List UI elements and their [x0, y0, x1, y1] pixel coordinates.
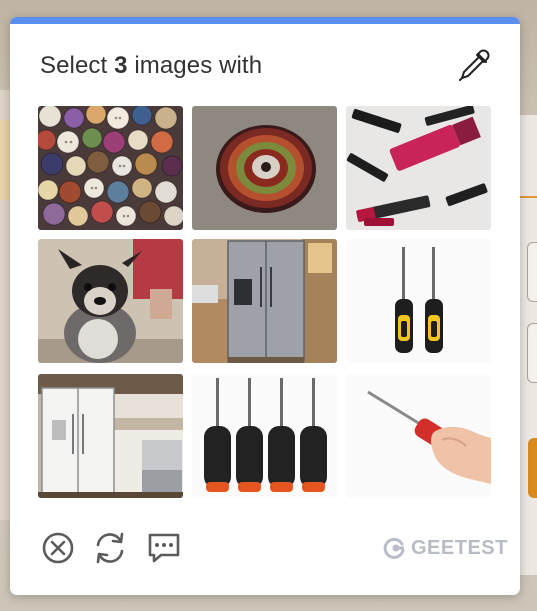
image-tile-dog[interactable]	[38, 239, 183, 363]
close-icon[interactable]	[39, 529, 77, 567]
dialog-accent-bar	[10, 17, 520, 24]
fridge-kitchen-image	[38, 374, 183, 498]
eyedropper-icon	[459, 49, 490, 81]
prompt-count: 3	[114, 52, 128, 79]
captcha-dialog: Select 3 images with GEETEST	[10, 17, 520, 595]
geetest-logo: GEETEST	[382, 535, 508, 561]
prompt-prefix: Select	[40, 52, 108, 79]
screwdrivers-image	[346, 239, 491, 363]
background-submit-button	[528, 438, 537, 498]
image-grid	[38, 106, 493, 498]
prompt-suffix: images with	[134, 52, 263, 79]
image-tile-buttons[interactable]	[38, 106, 183, 230]
button-image	[192, 106, 337, 230]
captcha-prompt: Select 3 images with	[40, 52, 262, 80]
refrigerator-image	[192, 239, 337, 363]
geetest-logo-text: GEETEST	[411, 536, 508, 559]
background-right-divider	[520, 196, 537, 198]
screwdriver-set-image	[192, 374, 337, 498]
background-input-2	[527, 323, 537, 383]
buttons-image	[38, 106, 183, 230]
refresh-icon[interactable]	[91, 529, 129, 567]
feedback-icon[interactable]	[145, 529, 183, 567]
image-tile-lipstick[interactable]	[346, 106, 491, 230]
background-input-1	[527, 242, 537, 302]
geetest-logo-icon	[383, 537, 405, 559]
captcha-toolbar: GEETEST	[10, 523, 520, 573]
lipstick-image	[346, 106, 491, 230]
image-tile-button[interactable]	[192, 106, 337, 230]
hand-screwdriver-image	[346, 374, 491, 498]
dog-image	[38, 239, 183, 363]
image-tile-refrigerator[interactable]	[192, 239, 337, 363]
image-tile-fridge-kitchen[interactable]	[38, 374, 183, 498]
image-tile-screwdriver-set[interactable]	[192, 374, 337, 498]
image-tile-hand-screwdriver[interactable]	[346, 374, 491, 498]
image-tile-screwdrivers[interactable]	[346, 239, 491, 363]
